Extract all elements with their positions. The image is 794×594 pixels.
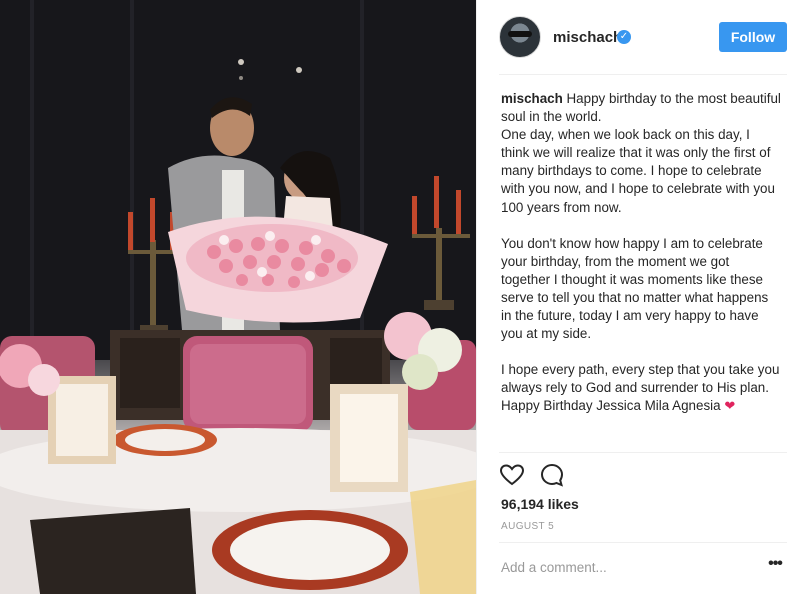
more-options-icon[interactable]: ••• <box>765 556 785 576</box>
post-header: mischach ✓ Follow <box>477 0 794 74</box>
caption-username-link[interactable]: mischach <box>501 91 563 106</box>
likes-count[interactable]: 96,194 likes <box>501 496 579 512</box>
caption-paragraph-3: I hope every path, every step that you t… <box>501 362 780 396</box>
avatar[interactable] <box>499 16 541 58</box>
post-date[interactable]: AUGUST 5 <box>501 521 554 532</box>
comment-bubble-icon[interactable] <box>539 462 565 488</box>
comment-input[interactable] <box>499 556 741 578</box>
actions-divider <box>499 452 787 453</box>
verified-badge-icon: ✓ <box>617 30 631 44</box>
follow-button[interactable]: Follow <box>719 22 787 52</box>
heart-emoji-icon: ❤ <box>724 398 736 414</box>
caption-paragraph-2: You don't know how happy I am to celebra… <box>501 235 769 342</box>
caption-closing: Happy Birthday Jessica Mila Agnesia ❤ <box>501 397 781 415</box>
heart-outline-icon[interactable] <box>499 462 525 488</box>
caption-closing-text: Happy Birthday Jessica Mila Agnesia <box>501 398 721 414</box>
instagram-post: mischach ✓ Follow mischach Happy birthda… <box>0 0 794 594</box>
header-divider <box>499 74 787 75</box>
post-sidebar: mischach ✓ Follow mischach Happy birthda… <box>476 0 794 594</box>
caption-paragraph-1: One day, when we look back on this day, … <box>501 127 775 215</box>
post-photo[interactable] <box>0 0 476 594</box>
comment-divider <box>499 542 787 543</box>
post-caption: mischach Happy birthday to the most beau… <box>501 90 781 416</box>
caption-intro: mischach Happy birthday to the most beau… <box>501 90 781 126</box>
photo-illustration <box>0 0 476 594</box>
username-link[interactable]: mischach <box>553 29 622 46</box>
